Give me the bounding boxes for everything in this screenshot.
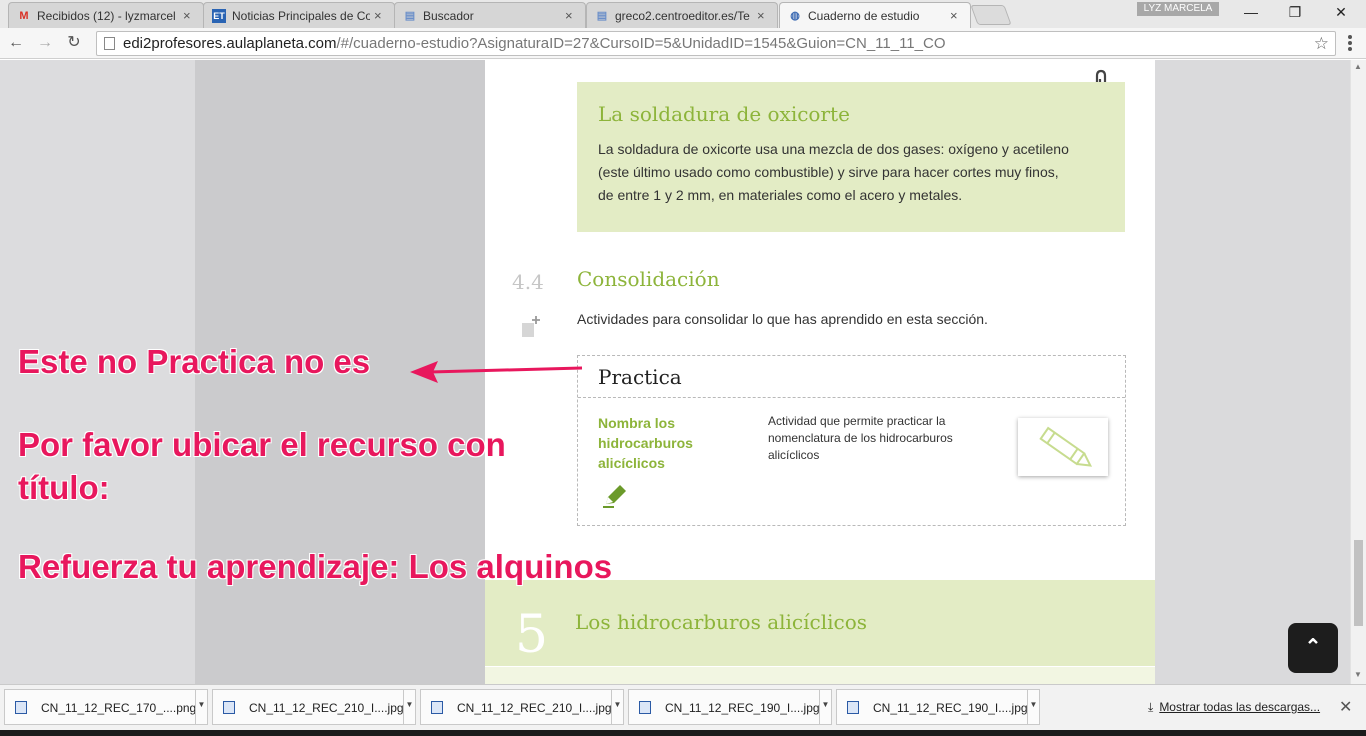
annotation-text-2: Por favor ubicar el recurso con: [18, 426, 506, 463]
tab-greco[interactable]: ▤ greco2.centroeditor.es/Te ×: [586, 2, 778, 28]
scroll-up-arrow-icon[interactable]: ▲: [1354, 62, 1362, 71]
add-resource-icon[interactable]: [520, 313, 544, 339]
tab-close-button[interactable]: ×: [950, 8, 962, 23]
image-file-icon: [847, 701, 859, 714]
tab-close-button[interactable]: ×: [183, 8, 195, 23]
url-path: /#/cuaderno-estudio?AsignaturaID=27&Curs…: [336, 35, 946, 52]
next-section-title[interactable]: Los hidrocarburos alicíclicos: [575, 610, 867, 634]
minimize-button[interactable]: —: [1228, 0, 1274, 26]
annotation-text-4: Refuerza tu aprendizaje: Los alquinos: [18, 548, 613, 585]
download-arrow-icon: ⤓: [1148, 700, 1154, 714]
page-icon: ▤: [596, 9, 608, 22]
tab-title: Recibidos (12) - lyzmarcel: [37, 8, 176, 23]
download-filename: CN_11_12_REC_210_I....jpg: [457, 701, 612, 715]
annotation-text-3: título:: [18, 469, 110, 506]
practice-card: Practica Nombra los hidrocarburos alicíc…: [577, 355, 1126, 526]
forward-button[interactable]: →: [33, 32, 57, 54]
info-box: La soldadura de oxicorte La soldadura de…: [577, 82, 1125, 232]
et-news-icon: ET: [212, 8, 226, 23]
tab-title: Noticias Principales de Co: [232, 8, 370, 23]
section-title: Consolidación: [577, 267, 720, 291]
user-profile-badge[interactable]: LYZ MARCELA: [1137, 2, 1219, 16]
show-all-downloads-link[interactable]: ⤓ Mostrar todas las descargas...: [1148, 700, 1320, 715]
section-description: Actividades para consolidar lo que has a…: [577, 311, 988, 327]
address-bar[interactable]: edi2profesores.aulaplaneta.com/#/cuadern…: [96, 31, 1336, 56]
annotation-text-1: Este no Practica no es: [18, 343, 371, 380]
scrollbar-thumb[interactable]: [1354, 540, 1363, 626]
tab-close-button[interactable]: ×: [757, 8, 769, 23]
globe-icon: ◍: [790, 9, 800, 22]
browser-menu-button[interactable]: [1342, 34, 1358, 52]
image-file-icon: [639, 701, 651, 714]
download-filename: CN_11_12_REC_170_....png: [41, 701, 197, 715]
taskbar-edge: [0, 730, 1366, 736]
back-button[interactable]: ←: [4, 32, 28, 54]
close-window-button[interactable]: ✕: [1318, 0, 1364, 26]
annotation-arrow: [410, 361, 583, 383]
banner-footer: [485, 666, 1155, 684]
next-section-number: 5: [515, 605, 549, 665]
download-options-button[interactable]: ▼: [403, 690, 415, 724]
download-filename: CN_11_12_REC_190_I....jpg: [873, 701, 1028, 715]
download-item[interactable]: CN_11_12_REC_190_I....jpg ▼: [836, 689, 1040, 725]
resource-thumbnail[interactable]: [1018, 418, 1108, 476]
tab-title: Buscador: [423, 8, 474, 23]
tab-strip: M Recibidos (12) - lyzmarcel × ET Notici…: [0, 0, 1366, 28]
scroll-down-arrow-icon[interactable]: ▼: [1354, 670, 1362, 679]
url-host: edi2profesores.aulaplaneta.com: [123, 35, 337, 52]
maximize-button[interactable]: ❐: [1272, 0, 1318, 26]
resource-description: Actividad que permite practicar la nomen…: [768, 414, 953, 462]
back-to-top-button[interactable]: ⌃: [1288, 623, 1338, 673]
pencil-icon[interactable]: [602, 482, 630, 508]
tab-title: Cuaderno de estudio: [808, 8, 920, 23]
download-item[interactable]: CN_11_12_REC_210_I....jpg ▼: [420, 689, 624, 725]
next-section-banner: 5 Los hidrocarburos alicíclicos: [485, 580, 1155, 684]
info-box-body: La soldadura de oxicorte usa una mezcla …: [598, 141, 1069, 203]
pencil-thumbnail-icon: [1039, 426, 1093, 467]
section-number: 4.4: [512, 270, 544, 294]
bookmark-star-icon[interactable]: ☆: [1314, 32, 1329, 55]
tab-gmail[interactable]: M Recibidos (12) - lyzmarcel ×: [8, 2, 204, 28]
page-viewport: La soldadura de oxicorte La soldadura de…: [0, 60, 1350, 684]
download-options-button[interactable]: ▼: [195, 690, 207, 724]
gmail-icon: M: [19, 9, 29, 22]
tab-title: greco2.centroeditor.es/Te: [615, 8, 750, 23]
image-file-icon: [431, 701, 443, 714]
tab-noticias[interactable]: ET Noticias Principales de Co ×: [203, 2, 395, 28]
download-bar: CN_11_12_REC_170_....png ▼ CN_11_12_REC_…: [0, 684, 1366, 730]
tab-buscador[interactable]: ▤ Buscador ×: [394, 2, 586, 28]
download-options-button[interactable]: ▼: [819, 690, 831, 724]
page-icon: ▤: [404, 9, 416, 22]
toolbar: ← → ↻ edi2profesores.aulaplaneta.com/#/c…: [0, 28, 1366, 59]
download-item[interactable]: CN_11_12_REC_170_....png ▼: [4, 689, 208, 725]
download-item[interactable]: CN_11_12_REC_190_I....jpg ▼: [628, 689, 832, 725]
new-tab-button[interactable]: [970, 5, 1012, 25]
download-item[interactable]: CN_11_12_REC_210_I....jpg ▼: [212, 689, 416, 725]
vertical-scrollbar[interactable]: ▲ ▼: [1350, 60, 1366, 684]
image-file-icon: [15, 701, 27, 714]
reload-button[interactable]: ↻: [62, 32, 86, 54]
image-file-icon: [223, 701, 235, 714]
practice-header: Practica: [578, 356, 1125, 398]
download-options-button[interactable]: ▼: [611, 690, 623, 724]
tab-close-button[interactable]: ×: [374, 8, 386, 23]
download-filename: CN_11_12_REC_210_I....jpg: [249, 701, 404, 715]
close-download-bar-button[interactable]: ✕: [1339, 697, 1352, 717]
download-options-button[interactable]: ▼: [1027, 690, 1039, 724]
info-box-title: La soldadura de oxicorte: [598, 102, 850, 126]
tab-close-button[interactable]: ×: [565, 8, 577, 23]
page-info-icon[interactable]: [104, 37, 115, 50]
show-all-label: Mostrar todas las descargas...: [1159, 700, 1321, 714]
right-margin: [1155, 60, 1350, 684]
resource-title-link[interactable]: Nombra los hidrocarburos alicíclicos: [598, 413, 728, 473]
tab-cuaderno[interactable]: ◍ Cuaderno de estudio ×: [779, 2, 971, 28]
download-filename: CN_11_12_REC_190_I....jpg: [665, 701, 820, 715]
